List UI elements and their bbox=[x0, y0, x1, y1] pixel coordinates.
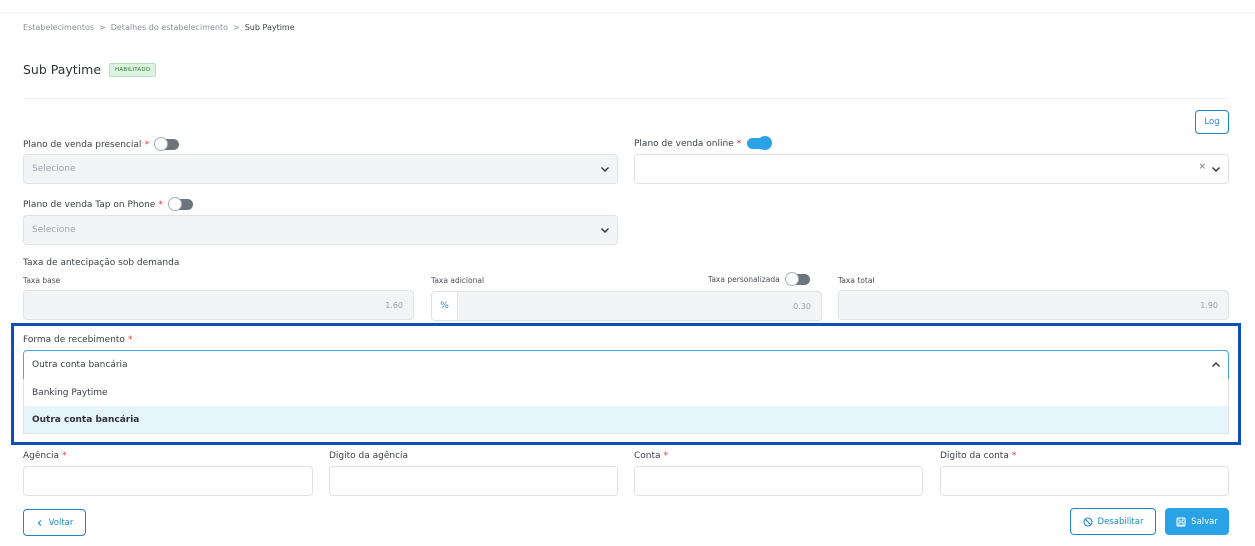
conta-input[interactable] bbox=[634, 466, 923, 496]
required-marker: * bbox=[144, 139, 149, 150]
desabilitar-button[interactable]: Desabilitar bbox=[1070, 508, 1156, 535]
taxa-total-value: 1.90 bbox=[1200, 300, 1218, 310]
breadcrumb-separator: > bbox=[99, 23, 106, 32]
plano-online-select[interactable]: × bbox=[634, 154, 1229, 184]
agencia-input[interactable] bbox=[23, 466, 313, 496]
plano-presencial-select[interactable]: Selecione bbox=[23, 154, 618, 184]
toggle-knob bbox=[784, 272, 799, 286]
required-marker: * bbox=[663, 451, 669, 461]
chevron-left-icon bbox=[36, 519, 44, 527]
toggle-knob bbox=[153, 137, 168, 151]
breadcrumb: Estabelecimentos > Detalhes do estabelec… bbox=[23, 23, 295, 32]
taxa-personalizada-label-row: Taxa personalizada bbox=[708, 272, 810, 286]
agencia-label-row: Agência * bbox=[23, 451, 67, 461]
digito-agencia-label-row: Digito da agência bbox=[329, 451, 408, 461]
required-marker: * bbox=[62, 451, 67, 461]
plano-tap-select[interactable]: Selecione bbox=[23, 215, 618, 245]
status-badge: HABILITADO bbox=[109, 62, 157, 77]
plano-presencial-label: Plano de venda presencial bbox=[23, 139, 142, 150]
salvar-label: Salvar bbox=[1191, 516, 1218, 527]
taxa-total-label: Taxa total bbox=[838, 276, 875, 285]
digito-agencia-input[interactable] bbox=[329, 466, 618, 496]
voltar-label: Voltar bbox=[48, 517, 74, 528]
taxa-section-title: Taxa de antecipação sob demanda bbox=[23, 258, 180, 268]
plano-tap-toggle[interactable] bbox=[167, 197, 193, 211]
clear-icon[interactable]: × bbox=[1198, 162, 1206, 172]
salvar-button[interactable]: Salvar bbox=[1165, 508, 1229, 535]
toggle-knob bbox=[167, 197, 182, 211]
top-bar bbox=[0, 0, 1255, 12]
page-title: Sub Paytime bbox=[23, 62, 102, 77]
taxa-section-label: Taxa de antecipação sob demanda bbox=[23, 258, 179, 268]
divider bbox=[23, 98, 1229, 99]
taxa-base-value: 1.60 bbox=[385, 300, 403, 310]
save-icon bbox=[1176, 516, 1186, 527]
taxa-base-label-text: Taxa base bbox=[23, 276, 61, 285]
taxa-adicional-input: 0.30 bbox=[457, 291, 822, 321]
plano-tap-label: Plano de venda Tap on Phone bbox=[23, 199, 156, 210]
agencia-label: Agência bbox=[23, 451, 60, 461]
plano-online-label: Plano de venda online bbox=[634, 138, 734, 149]
digito-agencia-label: Digito da agência bbox=[329, 451, 409, 461]
breadcrumb-item-detalhes[interactable]: Detalhes do estabelecimento bbox=[111, 23, 228, 32]
plano-presencial-label-row: Plano de venda presencial * bbox=[23, 137, 179, 151]
plano-online-label-row: Plano de venda online * bbox=[634, 136, 773, 150]
taxa-personalizada-label: Taxa personalizada bbox=[708, 275, 780, 284]
plano-tap-label-row: Plano de venda Tap on Phone * bbox=[23, 197, 193, 211]
desabilitar-label: Desabilitar bbox=[1097, 516, 1144, 527]
title-row: Sub Paytime HABILITADO bbox=[23, 62, 157, 77]
chevron-down-icon bbox=[1210, 163, 1222, 175]
taxa-base-label: Taxa base bbox=[23, 276, 60, 285]
plano-online-toggle[interactable] bbox=[747, 136, 773, 150]
plano-presencial-toggle[interactable] bbox=[153, 137, 179, 151]
breadcrumb-item-estabelecimentos[interactable]: Estabelecimentos bbox=[23, 23, 94, 32]
voltar-button[interactable]: Voltar bbox=[23, 509, 86, 536]
required-marker: * bbox=[1011, 451, 1017, 461]
toggle-knob bbox=[758, 136, 773, 150]
breadcrumb-separator: > bbox=[233, 23, 240, 32]
block-icon bbox=[1082, 516, 1093, 527]
plano-tap-placeholder: Selecione bbox=[32, 225, 76, 235]
percent-prefix: % bbox=[431, 291, 458, 321]
taxa-base-input: 1.60 bbox=[23, 290, 414, 320]
conta-label-row: Conta * bbox=[634, 451, 668, 461]
taxa-adicional-label-text: Taxa adicional bbox=[431, 276, 485, 285]
chevron-down-icon bbox=[599, 163, 611, 175]
taxa-total-label-text: Taxa total bbox=[838, 276, 875, 285]
taxa-adicional-value: 0.30 bbox=[793, 301, 811, 311]
digito-conta-label: Digito da conta bbox=[940, 451, 1009, 461]
plano-presencial-placeholder: Selecione bbox=[32, 164, 76, 174]
required-marker: * bbox=[736, 138, 742, 149]
log-button[interactable]: Log bbox=[1195, 110, 1229, 134]
conta-label: Conta bbox=[634, 451, 661, 461]
chevron-down-icon bbox=[599, 224, 611, 236]
highlight-box bbox=[11, 323, 1241, 445]
taxa-adicional-label: Taxa adicional bbox=[431, 276, 484, 285]
breadcrumb-item-current: Sub Paytime bbox=[244, 23, 295, 32]
taxa-total-input: 1.90 bbox=[838, 290, 1229, 320]
digito-conta-label-row: Digito da conta * bbox=[940, 451, 1016, 461]
taxa-personalizada-toggle[interactable] bbox=[784, 272, 810, 286]
required-marker: * bbox=[158, 199, 163, 210]
digito-conta-input[interactable] bbox=[940, 466, 1229, 496]
